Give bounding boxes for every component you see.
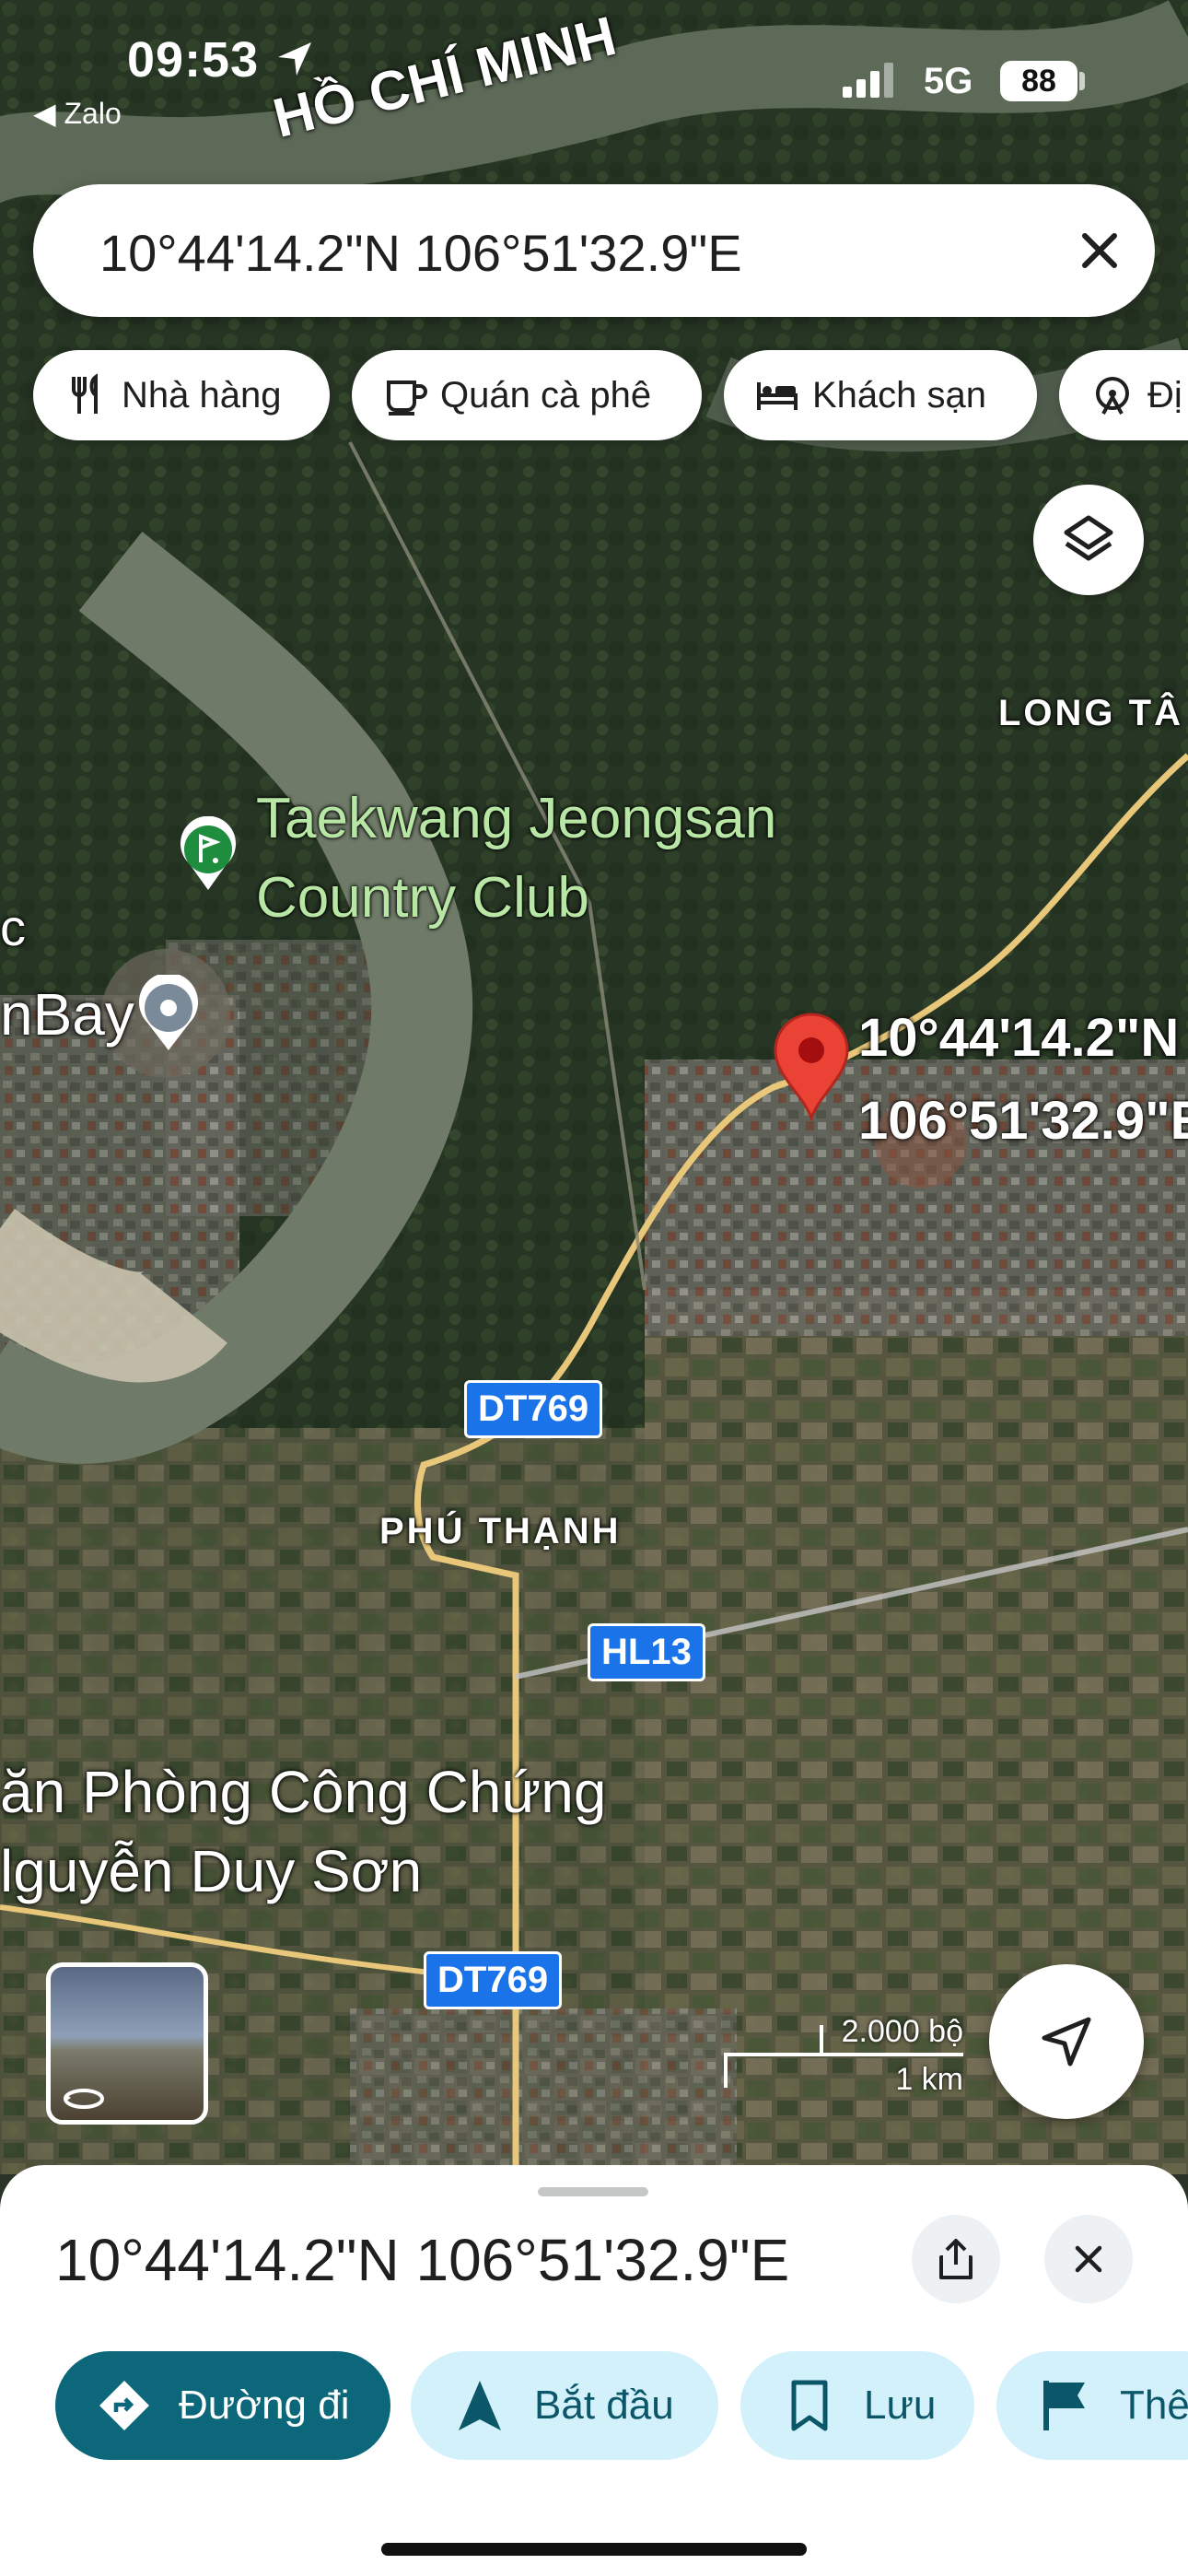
chip-attractions-label: Đị — [1147, 374, 1182, 416]
battery-tip — [1079, 72, 1085, 90]
place-label-club-line1: Taekwang Jeongsan — [256, 787, 777, 850]
status-bar: 09:53 ◀ Zalo 5G 88 — [0, 0, 1188, 131]
chip-cafes-label: Quán cà phê — [440, 374, 652, 416]
coffee-icon — [387, 381, 427, 416]
sheet-drag-handle[interactable] — [538, 2187, 648, 2196]
network-type: 5G — [924, 61, 973, 101]
place-label-left-partial: c — [0, 898, 26, 956]
start-label: Bắt đầu — [534, 2383, 674, 2428]
place-label-club[interactable]: Taekwang Jeongsan Country Club — [256, 779, 776, 938]
status-time: 09:53 — [127, 32, 260, 88]
pin-label-lat: 10°44'14.2"N — [858, 1008, 1180, 1068]
save-label: Lưu — [864, 2383, 937, 2428]
layers-icon — [1064, 515, 1113, 561]
home-indicator[interactable] — [381, 2543, 807, 2556]
sheet-title: 10°44'14.2"N 106°51'32.9"E — [55, 2227, 790, 2293]
area-label-long-tan: LONG TÂ — [998, 693, 1183, 733]
pin-coordinates-label: 10°44'14.2"N 106°51'32.9"E — [858, 997, 1188, 1163]
search-query[interactable]: 10°44'14.2"N 106°51'32.9"E — [99, 223, 742, 283]
chip-restaurants[interactable]: Nhà hàng — [33, 350, 330, 440]
my-location-button[interactable] — [989, 1964, 1144, 2119]
share-button[interactable] — [912, 2215, 1000, 2303]
place-label-office-line1: ăn Phòng Công Chứng — [0, 1759, 607, 1825]
flag-icon — [1043, 2381, 1085, 2430]
back-to-app-link[interactable]: ◀ Zalo — [33, 96, 122, 131]
directions-icon — [99, 2381, 149, 2430]
cellular-signal-icon — [843, 63, 893, 98]
road-shield-hl13: HL13 — [588, 1623, 705, 1681]
add-label-button[interactable]: Thê — [996, 2351, 1188, 2460]
road-shield-dt769: DT769 — [464, 1380, 603, 1438]
road-shield-dt769-south: DT769 — [424, 1951, 563, 2009]
chip-restaurants-label: Nhà hàng — [122, 374, 282, 416]
battery-icon: 88 — [1000, 61, 1077, 101]
bed-icon — [757, 382, 798, 410]
scale-km: 1 km — [895, 2062, 963, 2097]
close-icon — [1075, 2245, 1102, 2273]
rotate-360-icon — [64, 2089, 104, 2109]
map-scale: 2.000 bộ 1 km — [724, 2014, 963, 2097]
fork-knife-icon — [72, 373, 98, 414]
bookmark-icon — [791, 2380, 828, 2431]
scale-tick-mid — [820, 2025, 823, 2056]
chip-cafes[interactable]: Quán cà phê — [352, 350, 702, 440]
place-label-office[interactable]: ăn Phòng Công Chứng lguyễn Duy Sơn — [0, 1752, 606, 1911]
attraction-icon — [1096, 377, 1129, 415]
dropped-pin-icon[interactable] — [772, 1012, 851, 1124]
chip-hotels-label: Khách sạn — [812, 374, 987, 416]
save-button[interactable]: Lưu — [740, 2351, 974, 2460]
place-label-bay[interactable]: nBay — [0, 975, 134, 1054]
place-label-office-line2: lguyễn Duy Sơn — [0, 1838, 423, 1904]
category-chips: Nhà hàng Quán cà phê Khách sạn Đị — [0, 350, 1188, 442]
clear-search-icon[interactable] — [1066, 217, 1133, 284]
scale-bar — [724, 2053, 963, 2056]
scale-tick-left — [724, 2053, 728, 2088]
start-button[interactable]: Bắt đầu — [411, 2351, 718, 2460]
place-pin-icon[interactable] — [134, 972, 203, 1052]
chip-hotels[interactable]: Khách sạn — [724, 350, 1037, 440]
location-arrow-outline-icon — [1042, 2017, 1091, 2067]
directions-button[interactable]: Đường đi — [55, 2351, 390, 2460]
navigation-icon — [459, 2381, 501, 2430]
pin-label-lon: 106°51'32.9"E — [858, 1091, 1188, 1151]
chip-attractions[interactable]: Đị — [1059, 350, 1188, 440]
close-sheet-button[interactable] — [1044, 2215, 1133, 2303]
share-icon — [939, 2239, 973, 2279]
location-arrow-icon — [278, 42, 311, 76]
scale-feet: 2.000 bộ — [841, 2014, 963, 2049]
place-label-club-line2: Country Club — [256, 866, 589, 930]
layers-button[interactable] — [1033, 485, 1144, 595]
golf-place-icon[interactable] — [175, 815, 241, 892]
directions-label: Đường đi — [179, 2383, 350, 2428]
area-label-phu-thanh: PHÚ THẠNH — [379, 1511, 622, 1551]
add-label-label: Thê — [1120, 2383, 1188, 2428]
search-bar[interactable]: 10°44'14.2"N 106°51'32.9"E — [33, 184, 1155, 317]
street-view-thumbnail[interactable] — [46, 1962, 208, 2125]
